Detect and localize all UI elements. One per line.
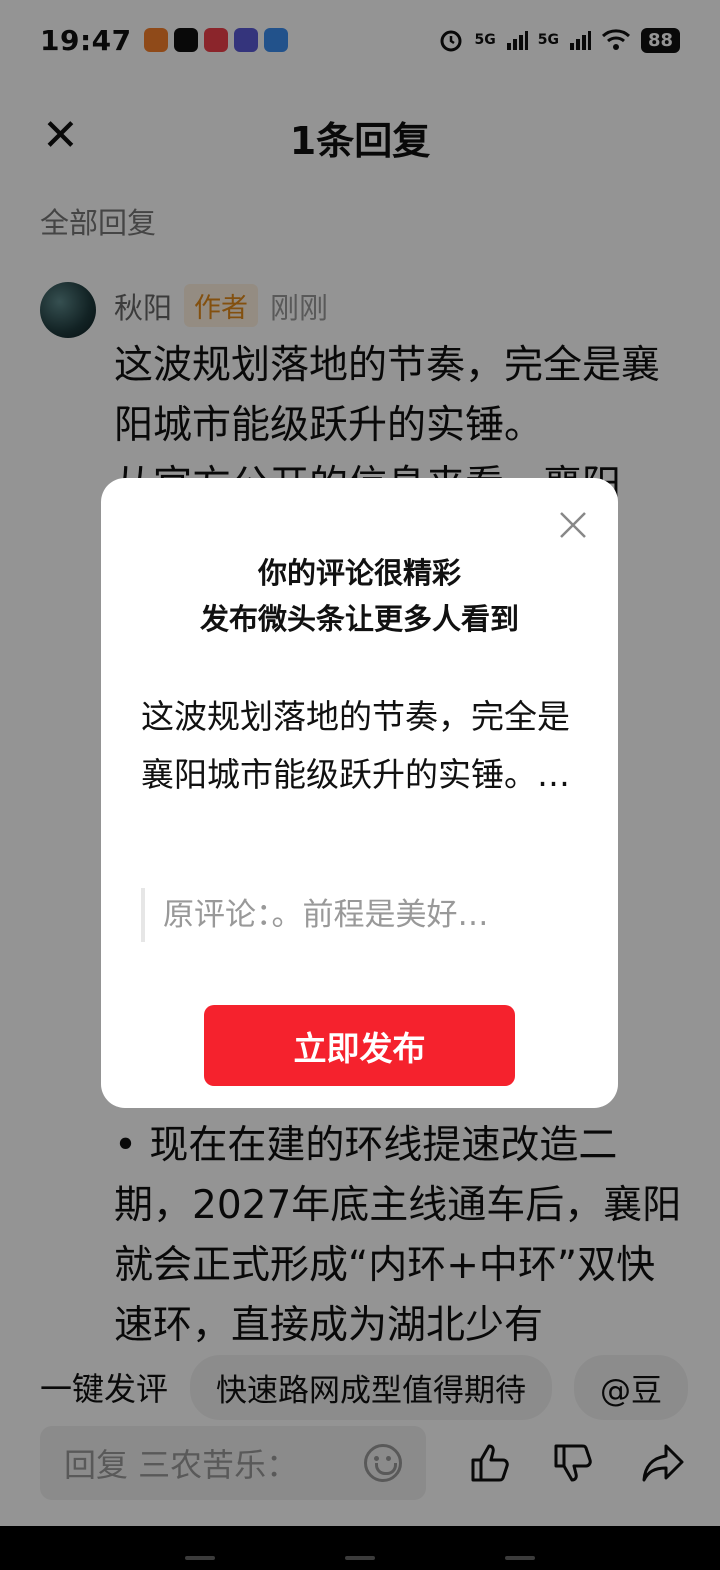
dialog-heading-line: 发布微头条让更多人看到	[199, 602, 519, 636]
original-comment: 原评论：。前程是美好…	[141, 888, 581, 942]
modal-close-icon[interactable]	[558, 510, 588, 540]
publish-button[interactable]: 立即发布	[204, 1005, 515, 1086]
publish-dialog: 你的评论很精彩 发布微头条让更多人看到 这波规划落地的节奏，完全是襄阳城市能级跃…	[101, 478, 618, 1108]
dialog-quote: 这波规划落地的节奏，完全是襄阳城市能级跃升的实锤。…	[141, 697, 570, 794]
dialog-heading: 你的评论很精彩 发布微头条让更多人看到	[101, 550, 618, 642]
dialog-heading-line: 你的评论很精彩	[257, 556, 461, 590]
app-screen: 19:47 5G 5G 88 ✕ 1条回复 全部回复 秋阳 作者 刚刚 这波规划…	[0, 0, 720, 1570]
